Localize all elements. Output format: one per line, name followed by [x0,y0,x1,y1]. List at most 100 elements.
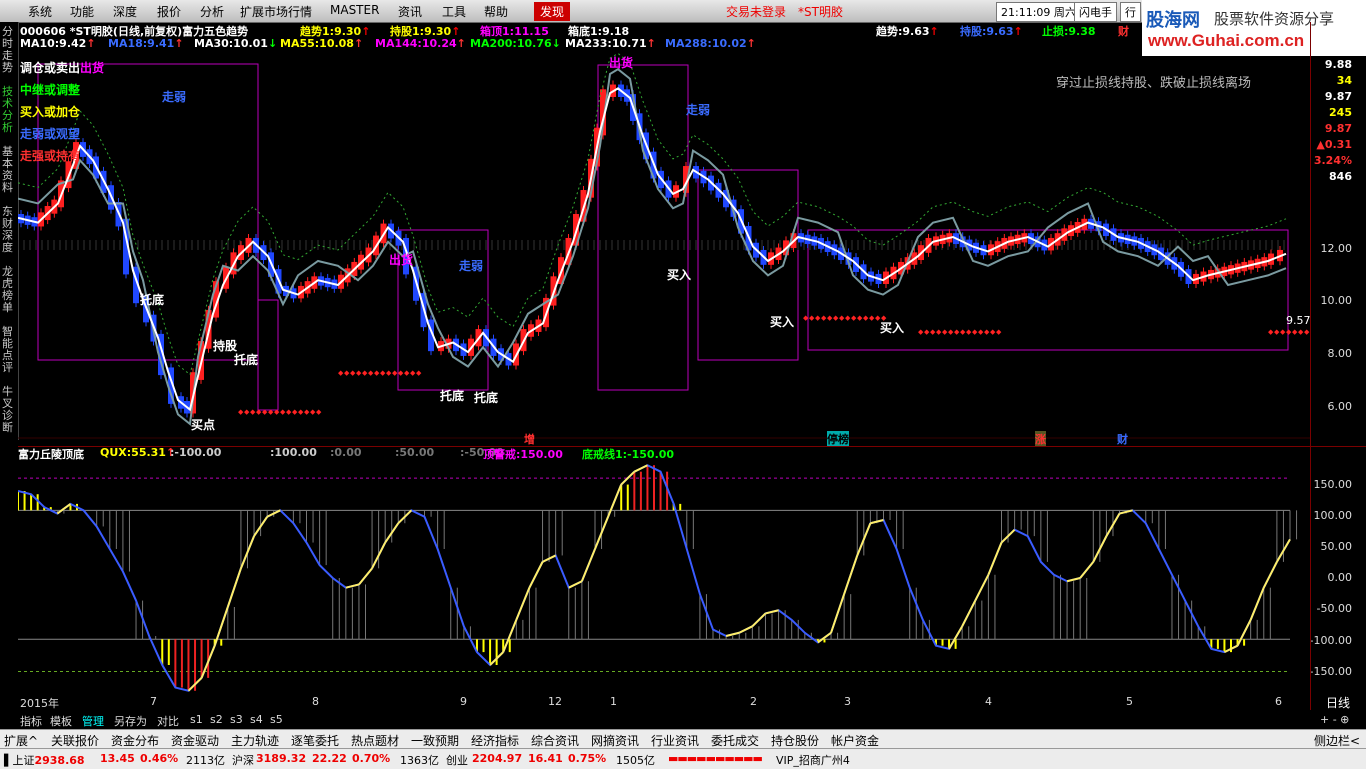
sz-amount: 1363亿 [400,754,439,767]
price-tick-8: 8.00 [1327,347,1353,360]
logo-url: www.Guhai.com.cn [1148,31,1305,50]
label-maidian: 买点 [191,418,216,432]
func-tab[interactable]: 帐户资金 [831,732,879,749]
sidebar-toggle[interactable]: 侧边栏< [1314,732,1360,749]
menu-discover[interactable]: 发现 [534,2,571,21]
func-tab[interactable]: 资金驱动 [171,732,219,749]
func-tab[interactable]: 主力轨迹 [231,732,279,749]
event-tingbang[interactable]: 停榜 [827,431,849,447]
label-zouruo-3: 走弱 [686,103,711,117]
nav-timeshare[interactable]: 分时走势 [2,26,16,74]
ma-item: MA233:10.71↑ [565,37,656,50]
x-tick: 12 [548,695,562,708]
func-tab[interactable]: 行业资讯 [651,732,699,749]
indicator-tick: -50.00 [1316,602,1352,615]
func-tab[interactable]: 扩展^ [4,732,38,749]
event-cai[interactable]: 财 [1117,431,1128,447]
quote-value: 9.87 [1324,90,1352,103]
nav-smart-review[interactable]: 智能点评 [2,326,16,374]
indicator-chart[interactable] [18,462,1310,694]
sz-name: 沪深 [232,754,254,767]
subtab-manage[interactable]: 管理 [82,713,104,729]
ma-item: MA30:10.01↓ [194,37,278,50]
func-tab[interactable]: 逐笔委托 [291,732,339,749]
zoom-controls[interactable]: + - ⊕ [1320,713,1349,726]
qux-rising-segment [725,631,740,637]
subtab-template[interactable]: 模板 [50,713,72,729]
qux-rising-segment [345,583,360,589]
price-box [257,299,279,411]
price-chart[interactable]: ◆ ◆ ◆ ◆ ◆ ◆ ◆ ◆ ◆ ◆ ◆ ◆ ◆ ◆◆ ◆ ◆ ◆ ◆ ◆ ◆ ◆ ◆ ◆ ◆ ◆ ◆ ◆◆ ◆ ◆ ◆ ◆ ◆ ◆ ◆ ◆ ◆ ◆ ◆… [18,50,1310,448]
indicator-tick: 0.00 [1327,571,1353,584]
qux-rising-segment [751,612,767,628]
event-zhang[interactable]: 涨 [1035,431,1046,447]
func-tab[interactable]: 委托成交 [711,732,759,749]
func-tab[interactable]: 网摘资讯 [591,732,639,749]
login-status: 交易未登录 [726,5,787,19]
nav-dragon-tiger[interactable]: 龙虎榜单 [2,266,16,314]
menu-info[interactable]: 资讯 [398,3,422,20]
panel-divider [18,446,1366,447]
func-tab[interactable]: 持仓股份 [771,732,819,749]
indicator-tick: 50.00 [1320,540,1353,553]
legend-buy: 买入或加仓 [20,105,81,119]
left-nav: 分时走势 技术分析 基本资料 东财深度 龙虎榜单 智能点评 牛叉诊断 [0,22,19,440]
subtab-compare[interactable]: 对比 [157,713,179,729]
func-tab[interactable]: 关联报价 [51,732,99,749]
svg-text:◆: ◆ [416,369,422,377]
nav-basic-info[interactable]: 基本资料 [2,146,16,194]
menu-quote[interactable]: 报价 [157,3,181,20]
subtab-s5[interactable]: s5 [270,713,283,726]
indicator-value: QUX:55.31↑ [100,446,176,459]
vip-account[interactable]: VIP_招商广州4 [776,752,850,768]
nav-diagnosis[interactable]: 牛叉诊断 [2,386,16,434]
func-tab[interactable]: 热点题材 [351,732,399,749]
info-stoploss: 止损:9.38 [1042,25,1096,38]
menu-help[interactable]: 帮助 [484,3,508,20]
function-bar: 扩展^ 关联报价 资金分布 资金驱动 主力轨迹 逐笔委托 热点题材 一致预期 经济指标 综合资讯网… [0,729,1366,749]
qux-rising-segment [961,600,977,627]
event-zeng[interactable]: 增 [524,431,535,447]
indicator-name[interactable]: 富力丘陵顶底 [18,446,84,462]
qux-rising-segment [974,574,990,602]
flash-trade-button[interactable]: 闪电手 [1074,2,1117,22]
legend-sell: 调仓或卖出 [20,61,81,75]
qux-rising-segment [830,593,846,634]
func-tab[interactable]: 综合资讯 [531,732,579,749]
svg-text:◆: ◆ [996,328,1002,336]
qux-rising-segment [226,568,242,608]
menu-master[interactable]: MASTER [330,3,379,17]
menu-system[interactable]: 系统 [28,3,52,20]
menu-analysis[interactable]: 分析 [200,3,224,20]
func-tab[interactable]: 经济指标 [471,732,519,749]
subtab-s2[interactable]: s2 [210,713,223,726]
qux-rising-segment [765,609,779,615]
sz-price: 3189.32 [256,752,307,765]
logo-cn: 股海网 [1146,10,1200,31]
menu-ext-market[interactable]: 扩展市场行情 [240,3,312,20]
nav-tech-analysis[interactable]: 技术分析 [2,86,16,134]
qux-rising-segment [1262,561,1278,589]
label-tuodi-3: 托底 [440,389,465,403]
nav-eastmoney-depth[interactable]: 东财深度 [2,206,16,254]
label-chuhuo-2: 出货 [389,253,414,267]
menu-tools[interactable]: 工具 [442,3,466,20]
x-tick: 5 [1126,695,1133,708]
period-label[interactable]: 日线 [1326,694,1350,711]
more-button[interactable]: 行 [1120,2,1141,22]
func-tab[interactable]: 一致预期 [411,732,459,749]
func-tab[interactable]: 资金分布 [111,732,159,749]
logo-subtitle: 股票软件资源分享 [1214,10,1335,28]
qux-rising-segment [358,567,373,586]
menu-depth[interactable]: 深度 [113,3,137,20]
subtab-s4[interactable]: s4 [250,713,263,726]
sh-index: ▌上证2938.68 [4,754,85,767]
subtab-s3[interactable]: s3 [230,713,243,726]
indicator-value: 顶警戒:150.00 [483,448,563,461]
subtab-s1[interactable]: s1 [190,713,203,726]
x-tick: 3 [844,695,851,708]
subtab-saveas[interactable]: 另存为 [114,713,147,729]
quote-value: ▲0.31 [1316,138,1352,151]
menu-function[interactable]: 功能 [70,3,94,20]
subtab-indicator[interactable]: 指标 [20,713,42,729]
